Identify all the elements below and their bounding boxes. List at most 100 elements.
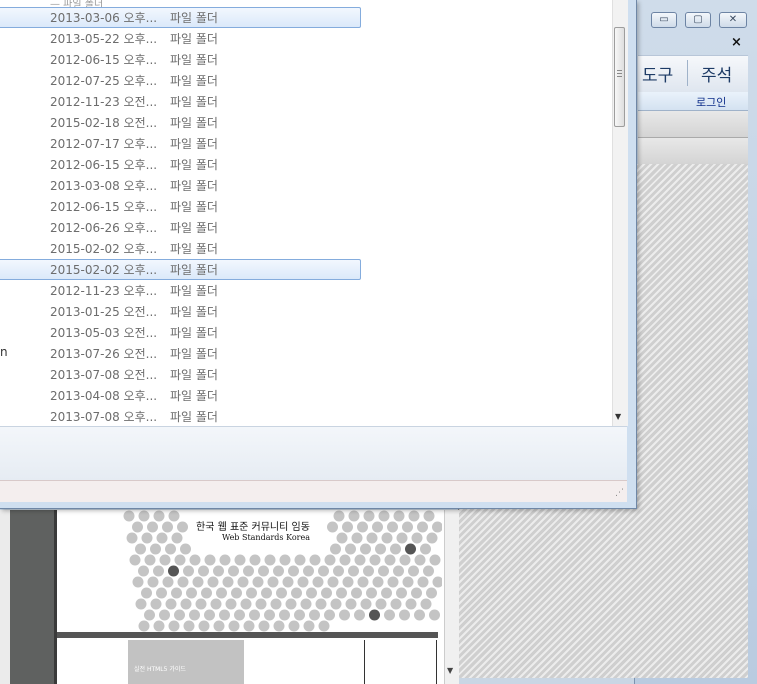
pattern-dot xyxy=(165,543,176,555)
pattern-dot xyxy=(423,510,435,522)
file-list-row[interactable]: 2012-07-25 오후... 파일 폴더 xyxy=(0,70,612,91)
modified-date: 2015-02-02 오후... xyxy=(50,242,158,256)
file-list-row[interactable]: 2013-05-22 오후... 파일 폴더 xyxy=(0,28,612,49)
file-list-row[interactable]: 2012-11-23 오후... 파일 폴더 xyxy=(0,280,612,301)
file-list-row[interactable]: 2015-02-18 오전... 파일 폴더 xyxy=(0,112,612,133)
pattern-dot xyxy=(204,554,216,566)
pattern-dot xyxy=(267,576,279,588)
scroll-down-arrow-icon[interactable]: ▼ xyxy=(615,412,621,421)
pattern-dot xyxy=(420,598,432,610)
tab-comments[interactable]: 주석 xyxy=(701,61,732,86)
pattern-dot xyxy=(180,598,192,610)
scroll-down-arrow-icon[interactable]: ▼ xyxy=(447,666,453,675)
pattern-dot xyxy=(387,521,398,533)
pattern-dot xyxy=(420,543,431,555)
pattern-dot xyxy=(384,609,395,621)
modified-date: 2013-03-08 오후... xyxy=(50,179,158,193)
pattern-dot xyxy=(318,565,329,577)
file-list-row[interactable]: 2013-01-25 오전... 파일 폴더 xyxy=(0,301,612,322)
pattern-dot xyxy=(138,620,150,632)
modified-date: 2013-03-06 오후... xyxy=(50,11,158,25)
pattern-dot xyxy=(384,554,396,566)
pattern-dot xyxy=(354,609,365,621)
pattern-dot xyxy=(231,587,242,599)
pattern-dot xyxy=(183,620,195,632)
maximize-button[interactable]: ▢ xyxy=(685,12,711,28)
pattern-dot xyxy=(315,598,327,610)
document-rule xyxy=(436,640,437,684)
status-bar xyxy=(0,480,627,502)
file-type: 파일 폴더 xyxy=(170,263,218,277)
pattern-dot xyxy=(189,609,200,621)
pattern-dot xyxy=(411,587,422,599)
pattern-dot xyxy=(312,576,324,588)
pattern-dot xyxy=(216,587,227,599)
panel-close-icon[interactable]: × xyxy=(731,35,742,50)
pattern-dot xyxy=(159,554,171,566)
pattern-dot xyxy=(162,521,173,533)
pattern-dot xyxy=(399,609,410,621)
file-type: 파일 폴더 xyxy=(170,410,218,424)
file-list-row[interactable]: 2013-03-08 오후... 파일 폴더 xyxy=(0,175,612,196)
pattern-dot xyxy=(396,587,407,599)
file-list-row[interactable]: 2015-02-02 오후... 파일 폴더 xyxy=(0,238,612,259)
minimize-button[interactable]: ▭ xyxy=(651,12,677,28)
file-list-row[interactable]: 2013-04-08 오후... 파일 폴더 xyxy=(0,385,612,406)
pattern-dot xyxy=(249,609,260,621)
file-list-row[interactable]: 2012-06-15 오후... 파일 폴더 xyxy=(0,49,612,70)
pattern-dot xyxy=(327,576,339,588)
pattern-dot xyxy=(345,598,357,610)
file-list-row[interactable]: 2012-07-17 오후... 파일 폴더 xyxy=(0,133,612,154)
pattern-dot xyxy=(306,587,317,599)
pattern-dot xyxy=(402,576,414,588)
pattern-dot xyxy=(219,554,231,566)
file-list-row[interactable]: 2012-06-15 오후... 파일 폴더 xyxy=(0,196,612,217)
pattern-dot xyxy=(198,565,209,577)
file-list-row[interactable]: n 2013-07-26 오전... 파일 폴더 xyxy=(0,343,612,364)
pattern-dot xyxy=(378,565,389,577)
pattern-dot xyxy=(276,587,287,599)
modified-date: 2012-06-26 오후... xyxy=(50,221,158,235)
file-type: 파일 폴더 xyxy=(170,158,218,172)
file-list[interactable]: — 파일 폴더 2013-03-06 오후... 파일 폴더 2013-05-22 … xyxy=(0,0,612,426)
pattern-dot xyxy=(243,565,254,577)
pattern-dot xyxy=(168,565,179,577)
resize-grip-icon[interactable]: ⋰ xyxy=(615,488,624,498)
file-list-row[interactable]: 2013-07-08 오전... 파일 폴더 xyxy=(0,364,612,385)
file-list-row[interactable]: 2012-06-26 오후... 파일 폴더 xyxy=(0,217,612,238)
pattern-dot xyxy=(177,576,189,588)
login-link[interactable]: 로그인 xyxy=(696,94,726,110)
document-scrollbar[interactable] xyxy=(444,510,459,684)
modified-date: 2013-07-08 오후... xyxy=(50,410,158,424)
close-window-button[interactable]: ✕ xyxy=(719,12,747,28)
file-list-row[interactable]: 2012-06-15 오후... 파일 폴더 xyxy=(0,154,612,175)
pattern-dot xyxy=(417,521,428,533)
file-name: n xyxy=(0,345,8,359)
pattern-dot xyxy=(129,554,141,566)
file-list-row[interactable]: 2012-11-23 오전... 파일 폴더 xyxy=(0,91,612,112)
pattern-dot xyxy=(336,532,348,544)
pattern-dot xyxy=(240,598,252,610)
file-list-row[interactable]: 2013-07-08 오후... 파일 폴더 xyxy=(0,406,612,426)
pattern-dot xyxy=(348,510,360,522)
file-list-row[interactable]: 2013-05-03 오전... 파일 폴더 xyxy=(0,322,612,343)
pattern-dot xyxy=(339,554,351,566)
file-type: 파일 폴더 xyxy=(170,32,218,46)
pattern-dot xyxy=(237,576,249,588)
pattern-dot xyxy=(387,576,399,588)
pattern-dot xyxy=(246,587,257,599)
pattern-dot xyxy=(258,620,270,632)
pattern-dot xyxy=(336,587,347,599)
pattern-dot xyxy=(327,521,338,533)
tab-tools[interactable]: 도구 xyxy=(642,61,673,86)
file-list-row[interactable]: 2013-03-06 오후... 파일 폴더 xyxy=(0,7,612,28)
pattern-dot xyxy=(432,521,442,533)
pattern-dot xyxy=(222,576,234,588)
pattern-dot xyxy=(261,587,272,599)
file-type: 파일 폴더 xyxy=(170,116,218,130)
pattern-dot xyxy=(405,543,416,555)
file-list-row[interactable]: 2015-02-02 오후... 파일 폴더 xyxy=(0,259,612,280)
pattern-dot xyxy=(153,510,165,522)
file-type: 파일 폴더 xyxy=(170,95,218,109)
pattern-dot xyxy=(156,587,167,599)
